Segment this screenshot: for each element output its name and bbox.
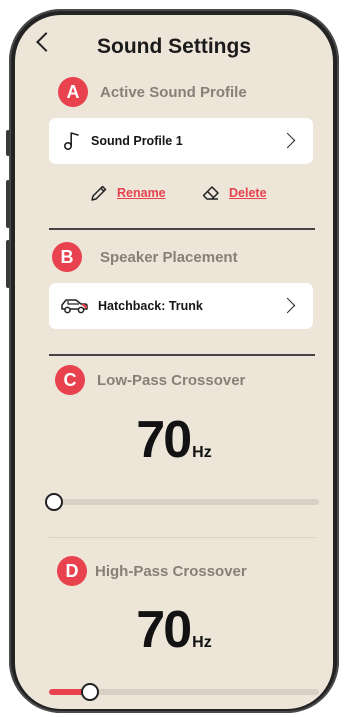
section-label: High-Pass Crossover <box>95 562 247 580</box>
section-header-high-pass: D High-Pass Crossover <box>57 556 247 586</box>
delete-button[interactable]: Delete <box>201 183 267 203</box>
pencil-icon <box>91 185 107 201</box>
chevron-right-icon <box>279 132 296 149</box>
side-button <box>6 130 10 156</box>
section-badge-b: B <box>52 242 82 272</box>
section-label: Speaker Placement <box>100 248 238 266</box>
section-badge-d: D <box>57 556 87 586</box>
sound-profile-value: Sound Profile 1 <box>91 134 183 148</box>
high-pass-unit: Hz <box>192 634 212 651</box>
rename-button[interactable]: Rename <box>89 183 166 203</box>
section-divider <box>49 354 315 356</box>
section-header-active-profile: A Active Sound Profile <box>58 77 247 107</box>
section-divider <box>49 228 315 230</box>
low-pass-unit: Hz <box>192 444 212 461</box>
section-divider <box>49 537 315 538</box>
page-title: Sound Settings <box>97 35 251 58</box>
section-header-speaker-placement: B Speaker Placement <box>52 242 238 272</box>
delete-label: Delete <box>229 186 267 200</box>
low-pass-value-display: 70 Hz <box>15 410 333 470</box>
rename-label: Rename <box>117 186 166 200</box>
high-pass-slider[interactable] <box>49 683 319 701</box>
app-screen: Sound Settings A Active Sound Profile So… <box>15 15 333 709</box>
high-pass-value-display: 70 Hz <box>15 600 333 660</box>
eraser-icon <box>202 186 219 200</box>
side-button <box>6 240 10 288</box>
high-pass-value: 70 <box>136 601 192 659</box>
low-pass-slider[interactable] <box>45 493 319 511</box>
section-header-low-pass: C Low-Pass Crossover <box>55 365 245 395</box>
chevron-right-icon <box>279 297 296 314</box>
section-badge-a: A <box>58 77 88 107</box>
music-note-icon <box>63 132 79 151</box>
section-label: Active Sound Profile <box>100 83 247 101</box>
speaker-placement-value: Hatchback: Trunk <box>98 299 203 313</box>
speaker-placement-card[interactable]: Hatchback: Trunk <box>49 283 313 329</box>
slider-thumb[interactable] <box>45 493 64 511</box>
car-icon <box>61 299 88 314</box>
section-badge-c: C <box>55 365 85 395</box>
sound-profile-card[interactable]: Sound Profile 1 <box>49 118 313 164</box>
side-button <box>6 180 10 228</box>
section-label: Low-Pass Crossover <box>97 371 246 389</box>
slider-thumb[interactable] <box>80 683 99 701</box>
low-pass-value: 70 <box>136 411 192 469</box>
